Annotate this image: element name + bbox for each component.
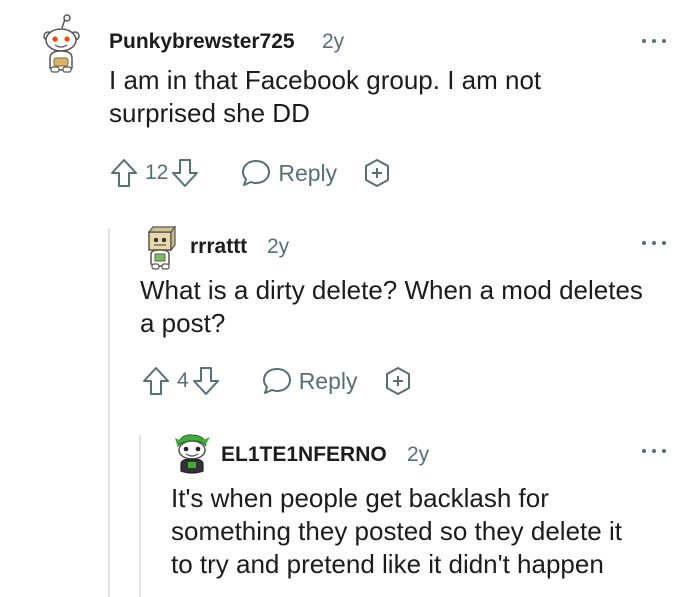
action-bar: 4 Reply bbox=[141, 364, 414, 398]
comment-age: 2y bbox=[407, 443, 430, 466]
more-options-icon[interactable] bbox=[642, 238, 666, 248]
username[interactable]: Punkybrewster725 bbox=[109, 30, 295, 54]
award-icon[interactable] bbox=[382, 365, 414, 397]
avatar[interactable] bbox=[40, 14, 82, 74]
reply-button[interactable]: Reply bbox=[261, 366, 358, 396]
comment-bubble-icon bbox=[262, 368, 291, 394]
comment-body: It's when people get backlash for someth… bbox=[171, 483, 622, 579]
upvote-icon[interactable] bbox=[109, 157, 139, 189]
snoo-avatar-icon bbox=[147, 226, 177, 270]
comment-age: 2y bbox=[322, 30, 345, 53]
avatar[interactable] bbox=[172, 432, 212, 476]
downvote-icon[interactable] bbox=[170, 157, 200, 189]
username[interactable]: EL1TE1NFERNO bbox=[221, 443, 387, 467]
vote-count: 4 bbox=[177, 369, 189, 392]
downvote-icon[interactable] bbox=[191, 365, 221, 397]
username[interactable]: rrrattt bbox=[190, 235, 247, 259]
award-icon[interactable] bbox=[361, 157, 393, 189]
snoo-avatar-icon bbox=[43, 14, 80, 73]
thread-line[interactable] bbox=[139, 435, 141, 597]
comment-bubble-icon bbox=[242, 160, 271, 186]
upvote-icon[interactable] bbox=[141, 365, 171, 397]
comment-body: What is a dirty delete? When a mod delet… bbox=[140, 275, 643, 338]
more-options-icon[interactable] bbox=[642, 36, 666, 46]
action-bar: 12 Reply bbox=[109, 156, 393, 190]
snoo-avatar-icon bbox=[175, 434, 210, 474]
reply-button[interactable]: Reply bbox=[240, 158, 337, 188]
vote-count: 12 bbox=[145, 161, 169, 184]
thread-line[interactable] bbox=[108, 228, 110, 597]
more-options-icon[interactable] bbox=[642, 446, 666, 456]
comment-body: I am in that Facebook group. I am not su… bbox=[109, 65, 542, 128]
comment-age: 2y bbox=[267, 235, 290, 258]
avatar[interactable] bbox=[141, 226, 181, 270]
